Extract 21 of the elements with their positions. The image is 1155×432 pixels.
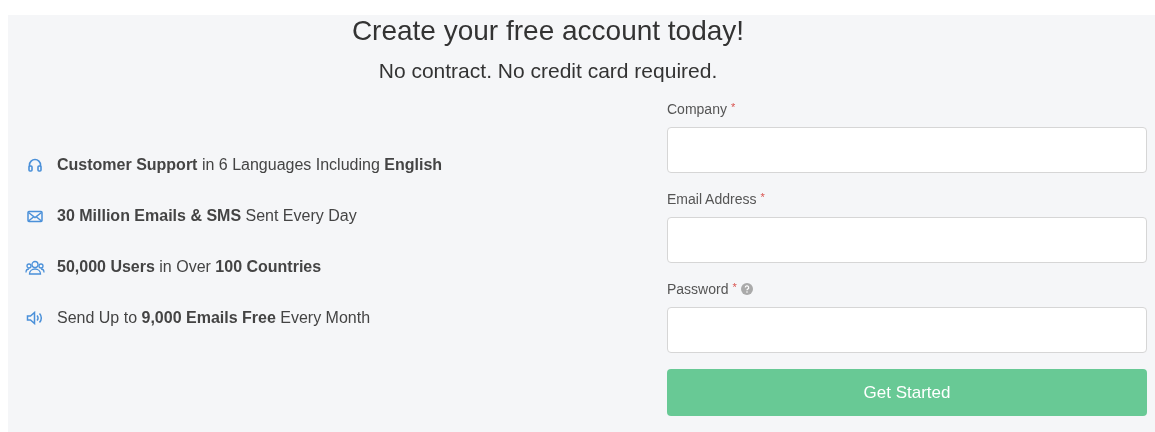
feature-text: 30 Million Emails & SMS Sent Every Day <box>57 206 357 226</box>
required-marker: * <box>732 280 737 295</box>
field-label: Email Address <box>667 189 757 209</box>
headset-icon <box>27 157 43 173</box>
help-icon[interactable] <box>740 283 753 295</box>
text-field[interactable] <box>667 217 1147 263</box>
speaker-icon <box>26 311 44 325</box>
feature-text: Send Up to 9,000 Emails Free Every Month <box>57 308 371 328</box>
page-subheading: No contract. No credit card required. <box>378 58 718 84</box>
text-field[interactable] <box>667 307 1147 353</box>
field-label: Company <box>667 99 727 119</box>
feature-text: Customer Support in 6 Languages Including English <box>57 155 443 175</box>
envelope-icon <box>27 209 43 223</box>
users-icon <box>25 259 45 275</box>
get-started-button[interactable]: Get Started <box>667 369 1147 416</box>
text-field[interactable] <box>667 127 1147 173</box>
page-heading: Create your free account today! <box>351 15 745 47</box>
field-label: Password <box>667 279 729 299</box>
required-marker: * <box>730 100 736 115</box>
feature-text: 50,000 Users in Over 100 Countries <box>57 257 322 277</box>
required-marker: * <box>760 190 765 205</box>
